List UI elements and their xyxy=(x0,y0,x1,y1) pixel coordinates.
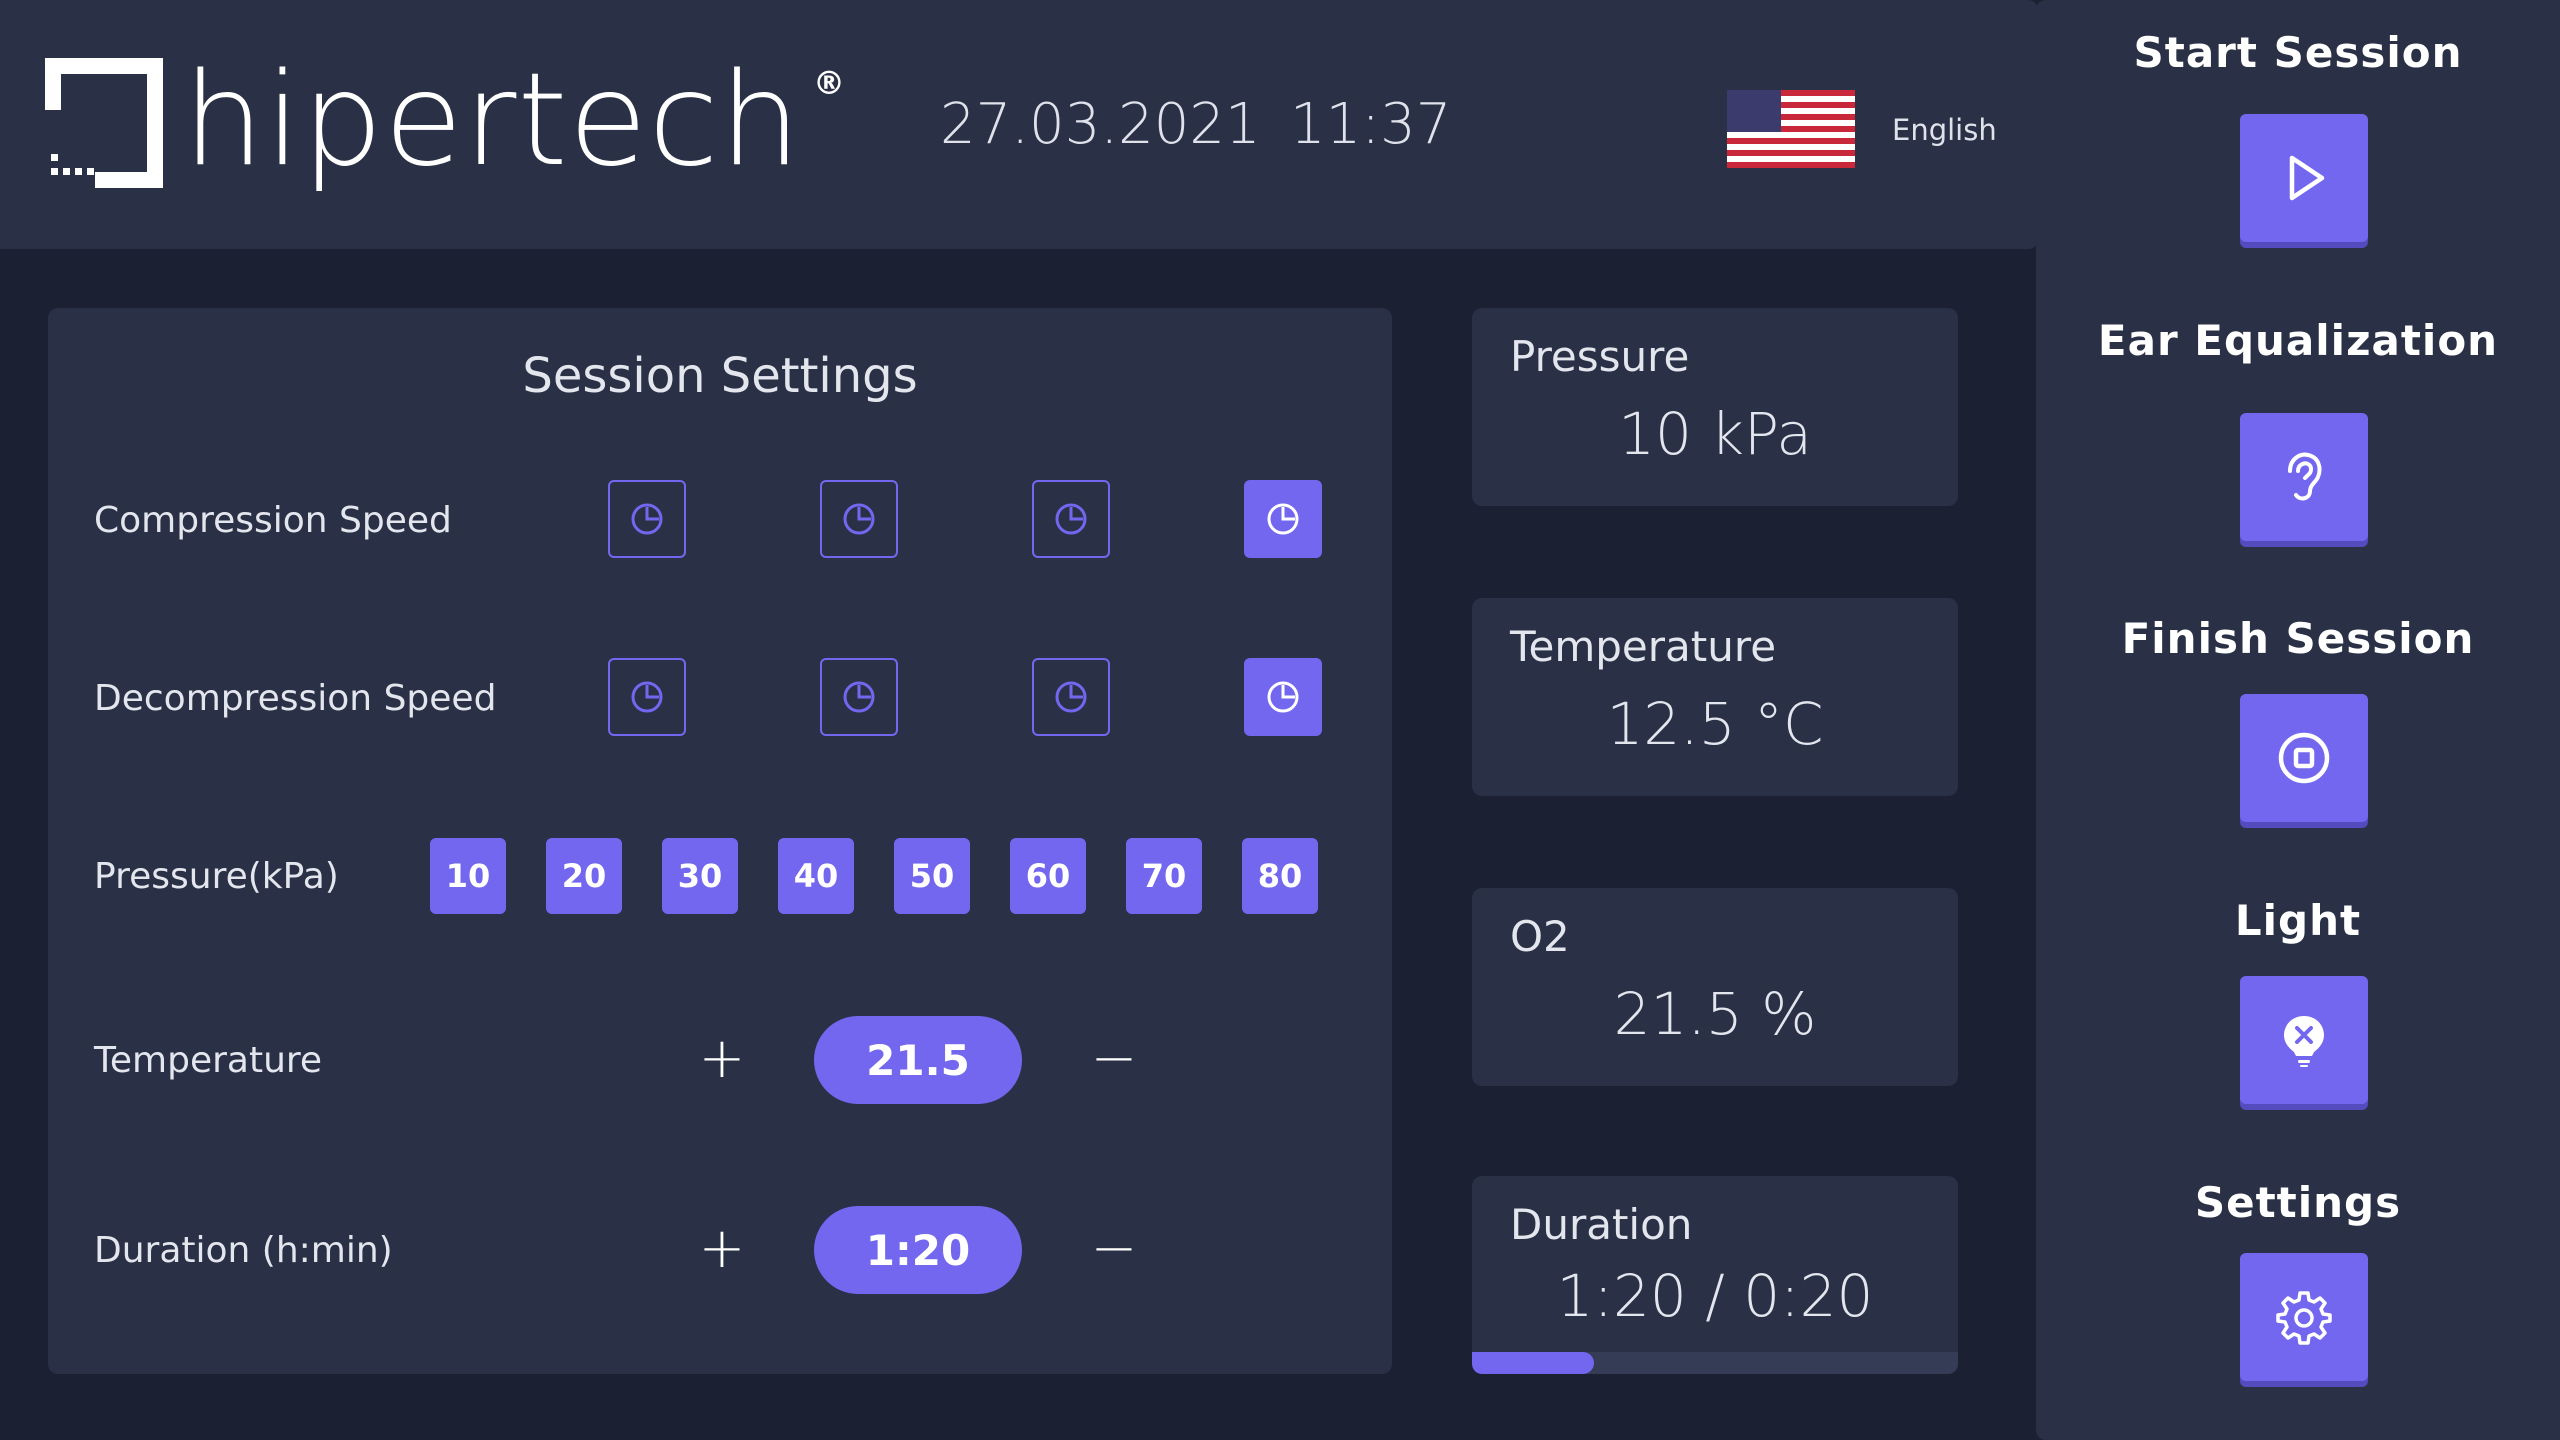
action-sidebar: Start Session Ear Equalization Finish Se… xyxy=(2036,0,2560,1440)
decompression-speed-label: Decompression Speed xyxy=(94,678,497,719)
settings-item: Settings xyxy=(2036,1178,2560,1227)
start-session-button[interactable] xyxy=(2240,114,2368,242)
temperature-increase-button[interactable]: + xyxy=(692,1026,752,1091)
temperature-status-label: Temperature xyxy=(1510,622,1777,671)
registered-mark: ® xyxy=(813,64,845,102)
current-time: 11:37 xyxy=(1290,92,1452,157)
pressure-option-button[interactable]: 60 xyxy=(1010,838,1086,914)
finish-session-item: Finish Session xyxy=(2036,614,2560,663)
pressure-option-button[interactable]: 20 xyxy=(546,838,622,914)
pressure-option-button[interactable]: 50 xyxy=(894,838,970,914)
current-date: 27.03.2021 xyxy=(940,92,1261,157)
session-settings-title: Session Settings xyxy=(522,348,918,404)
speed-gauge-icon xyxy=(631,681,663,713)
pressure-option-button[interactable]: 30 xyxy=(662,838,738,914)
decompression-speed-4-button[interactable] xyxy=(1244,658,1322,736)
light-label: Light xyxy=(2234,896,2362,945)
settings-label: Settings xyxy=(2194,1178,2402,1227)
speed-gauge-icon xyxy=(1267,681,1299,713)
compression-speed-label: Compression Speed xyxy=(94,500,452,541)
light-button[interactable] xyxy=(2240,976,2368,1104)
compression-speed-4-button[interactable] xyxy=(1244,480,1322,558)
speed-gauge-icon xyxy=(631,503,663,535)
session-settings-panel: Session Settings Compression Speed Decom… xyxy=(48,308,1392,1374)
stop-icon xyxy=(2278,732,2330,784)
ear-equalization-item: Ear Equalization xyxy=(2036,316,2560,365)
logo-mark-icon xyxy=(45,58,163,188)
light-item: Light xyxy=(2036,896,2560,945)
brand-name: hipertech xyxy=(183,46,802,195)
o2-status-value: 21.5 % xyxy=(1613,980,1817,1048)
language-selector[interactable]: English xyxy=(1892,113,1997,147)
decompression-speed-2-button[interactable] xyxy=(820,658,898,736)
ear-icon xyxy=(2288,452,2322,501)
gear-icon xyxy=(2276,1291,2332,1345)
pressure-status-value: 10 kPa xyxy=(1618,400,1812,468)
brand-logo: hipertech ® xyxy=(45,46,845,198)
speed-gauge-icon xyxy=(843,503,875,535)
speed-gauge-icon xyxy=(1267,503,1299,535)
speed-gauge-icon xyxy=(1055,681,1087,713)
pressure-option-button[interactable]: 10 xyxy=(430,838,506,914)
finish-session-button[interactable] xyxy=(2240,694,2368,822)
decompression-speed-3-button[interactable] xyxy=(1032,658,1110,736)
pressure-status-card: Pressure 10 kPa xyxy=(1472,308,1958,506)
duration-progress-fill xyxy=(1472,1352,1594,1374)
header-bar: hipertech ® 27.03.2021 11:37 English xyxy=(0,0,2038,249)
compression-speed-1-button[interactable] xyxy=(608,480,686,558)
pressure-option-button[interactable]: 80 xyxy=(1242,838,1318,914)
temperature-setting-label: Temperature xyxy=(94,1040,323,1081)
settings-button[interactable] xyxy=(2240,1253,2368,1381)
temperature-status-value: 12.5 °C xyxy=(1606,690,1824,758)
duration-status-label: Duration xyxy=(1510,1200,1693,1249)
ear-equalization-label: Ear Equalization xyxy=(2097,316,2499,365)
ear-equalization-button[interactable] xyxy=(2240,413,2368,541)
pressure-label: Pressure(kPa) xyxy=(94,856,339,897)
o2-status-label: O2 xyxy=(1510,912,1570,961)
us-flag-icon[interactable] xyxy=(1727,90,1855,168)
temperature-status-card: Temperature 12.5 °C xyxy=(1472,598,1958,796)
finish-session-label: Finish Session xyxy=(2121,614,2475,663)
start-session-item: Start Session xyxy=(2036,28,2560,77)
duration-increase-button[interactable]: + xyxy=(692,1216,752,1281)
compression-speed-2-button[interactable] xyxy=(820,480,898,558)
temperature-value: 21.5 xyxy=(814,1016,1022,1104)
duration-progress-bar xyxy=(1472,1352,1958,1374)
duration-status-value: 1:20 / 0:20 xyxy=(1556,1262,1874,1330)
temperature-decrease-button[interactable]: − xyxy=(1084,1026,1144,1091)
duration-setting-label: Duration (h:min) xyxy=(94,1230,393,1271)
pressure-status-label: Pressure xyxy=(1510,332,1690,381)
duration-status-card: Duration 1:20 / 0:20 xyxy=(1472,1176,1958,1374)
duration-value: 1:20 xyxy=(814,1206,1022,1294)
speed-gauge-icon xyxy=(1055,503,1087,535)
play-icon xyxy=(2289,155,2325,201)
speed-gauge-icon xyxy=(843,681,875,713)
o2-status-card: O2 21.5 % xyxy=(1472,888,1958,1086)
start-session-label: Start Session xyxy=(2133,28,2463,77)
pressure-option-button[interactable]: 70 xyxy=(1126,838,1202,914)
compression-speed-3-button[interactable] xyxy=(1032,480,1110,558)
decompression-speed-1-button[interactable] xyxy=(608,658,686,736)
bulb-off-icon xyxy=(2284,1016,2324,1067)
duration-decrease-button[interactable]: − xyxy=(1084,1216,1144,1281)
pressure-option-button[interactable]: 40 xyxy=(778,838,854,914)
